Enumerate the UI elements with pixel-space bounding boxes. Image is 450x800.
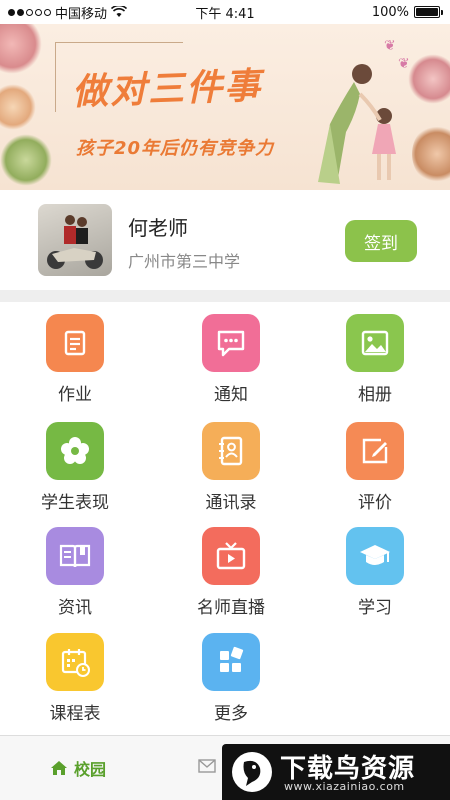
contacts-tile — [202, 422, 260, 480]
school-name: 广州市第三中学 — [128, 252, 241, 271]
banner-subtitle: 孩子20年后仍有竞争力 — [76, 138, 275, 159]
flower-decoration-icon — [412, 124, 450, 184]
menu-item-label: 评价 — [358, 493, 392, 513]
battery-icon — [414, 6, 443, 18]
section-divider — [0, 290, 450, 302]
menu-item-study[interactable]: 学习 — [300, 515, 450, 621]
sign-in-button[interactable]: 签到 — [345, 220, 417, 262]
flower-decoration-icon — [0, 24, 42, 74]
menu-item-album[interactable]: 相册 — [300, 302, 450, 408]
status-bar: 中国移动 下午 4:41 100% — [0, 0, 450, 24]
tab-campus-label: 校园 — [74, 760, 107, 779]
menu-item-homework[interactable]: 作业 — [0, 302, 150, 408]
butterfly-icon: ❦ — [384, 38, 396, 54]
news-tile — [46, 527, 104, 585]
battery-fill — [416, 8, 438, 16]
tab-campus[interactable]: 校园 — [50, 756, 106, 780]
battery-percent: 100% — [371, 4, 409, 20]
menu-item-review[interactable]: 评价 — [300, 410, 450, 516]
timetable-tile — [46, 633, 104, 691]
edit-review-icon — [362, 438, 388, 464]
menu-item-label: 学生表现 — [41, 493, 109, 513]
menu-item-label: 课程表 — [49, 704, 101, 724]
more-blocks-icon — [220, 646, 244, 672]
menu-item-label: 通知 — [214, 385, 248, 405]
menu-item-student-performance[interactable]: 学生表现 — [0, 410, 150, 516]
news-book-icon — [59, 544, 91, 568]
avatar[interactable] — [38, 204, 112, 276]
student-performance-tile — [46, 422, 104, 480]
homework-tile — [46, 314, 104, 372]
mother-child-illustration — [318, 64, 396, 184]
graduation-cap-icon — [360, 545, 390, 565]
banner-title: 做对三件事 — [71, 65, 263, 114]
menu-item-label: 相册 — [358, 385, 392, 405]
promo-banner[interactable]: 做对三件事 孩子20年后仍有竞争力 ❦ ❦ — [0, 24, 450, 190]
teacher-profile-card[interactable]: 何老师 广州市第三中学 签到 — [0, 190, 450, 290]
homework-book-icon — [64, 330, 86, 356]
watermark-badge: 下载鸟资源 www.xiazainiao.com — [222, 744, 450, 800]
menu-item-label: 更多 — [214, 704, 248, 724]
menu-item-label: 作业 — [58, 385, 92, 405]
menu-item-live-class[interactable]: 名师直播 — [156, 515, 306, 621]
bird-logo-icon — [232, 752, 272, 792]
flower-decoration-icon — [408, 54, 450, 104]
flower-decoration-icon — [0, 134, 52, 186]
review-tile — [346, 422, 404, 480]
menu-item-notice[interactable]: 通知 — [156, 302, 306, 408]
avatar-photo-icon — [47, 215, 103, 269]
menu-item-label: 资讯 — [58, 598, 92, 618]
status-right: 100% — [371, 4, 443, 20]
menu-item-more[interactable]: 更多 — [156, 621, 306, 727]
contacts-icon — [219, 436, 243, 466]
more-tile — [202, 633, 260, 691]
live-tv-icon — [216, 542, 246, 570]
calendar-clock-icon — [61, 649, 90, 677]
tab-messages[interactable] — [198, 758, 216, 777]
menu-item-label: 通讯录 — [205, 493, 257, 513]
teacher-name: 何老师 — [128, 216, 188, 240]
mail-icon — [198, 759, 216, 773]
study-tile — [346, 527, 404, 585]
menu-item-timetable[interactable]: 课程表 — [0, 621, 150, 727]
notice-chat-icon — [217, 330, 245, 357]
menu-item-label: 名师直播 — [197, 598, 265, 618]
watermark-url: www.xiazainiao.com — [284, 780, 405, 793]
live-class-tile — [202, 527, 260, 585]
menu-item-news[interactable]: 资讯 — [0, 515, 150, 621]
menu-item-label: 学习 — [358, 598, 392, 618]
flower-decoration-icon — [0, 84, 36, 130]
photo-album-icon — [361, 330, 389, 356]
notice-tile — [202, 314, 260, 372]
flower-icon — [61, 437, 89, 464]
menu-item-contacts[interactable]: 通讯录 — [156, 410, 306, 516]
home-icon — [51, 761, 67, 775]
album-tile — [346, 314, 404, 372]
